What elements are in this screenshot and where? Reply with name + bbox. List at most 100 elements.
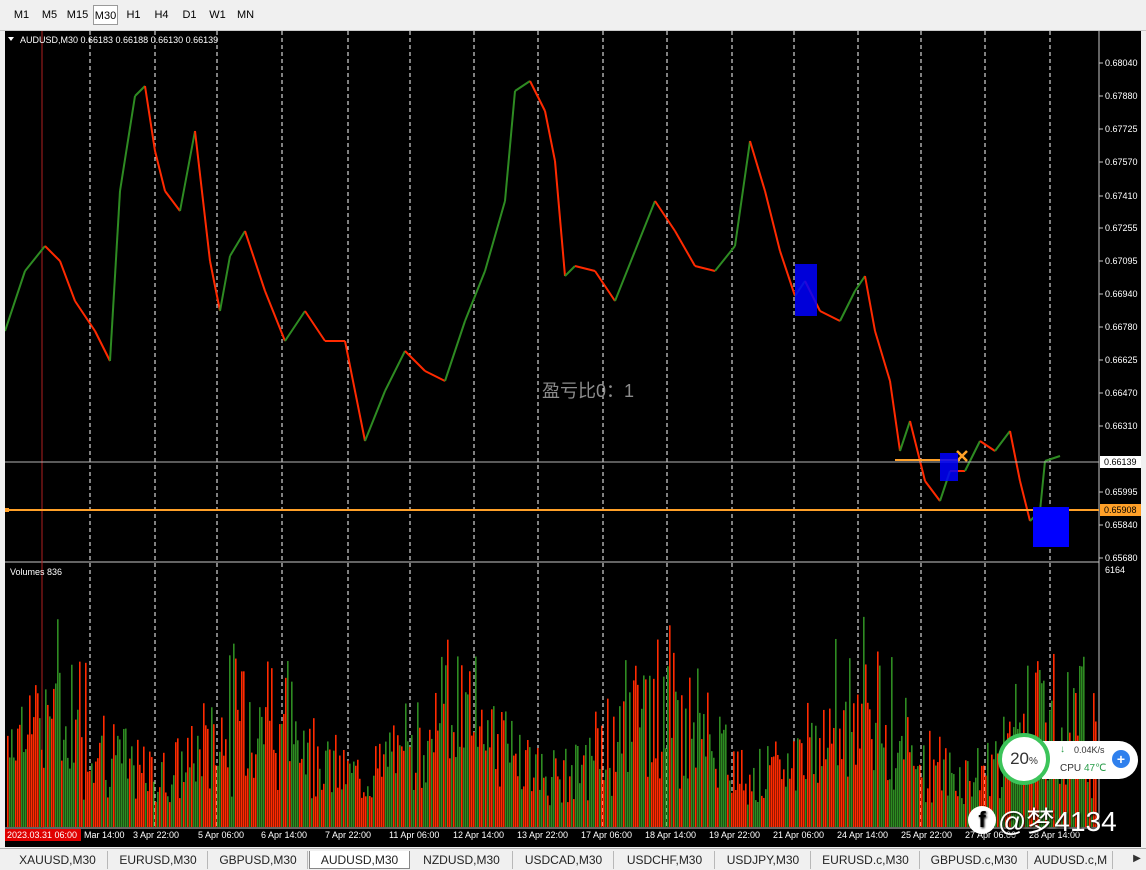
blue-zone-box[interactable] (795, 264, 817, 316)
volume-bar (909, 752, 911, 827)
timeframe-button-m30[interactable]: M30 (93, 5, 118, 25)
volume-bar (207, 728, 209, 827)
volume-bar (635, 665, 637, 827)
volume-bar (189, 767, 191, 827)
volume-bar (491, 709, 493, 827)
volume-bar (7, 735, 9, 827)
volume-bar (233, 643, 235, 827)
volume-bar (25, 749, 27, 827)
volume-bar (827, 747, 829, 827)
volume-bar (471, 735, 473, 827)
timeframe-button-m15[interactable]: M15 (65, 5, 90, 25)
price-candle-segment (979, 440, 996, 452)
cpu-usage-circle[interactable]: 20% (998, 733, 1050, 785)
price-label: 0.67410 (1105, 191, 1138, 201)
price-label: 0.66625 (1105, 355, 1138, 365)
order-line-handle[interactable] (5, 508, 9, 512)
price-label: 0.65995 (1105, 487, 1138, 497)
symbol-tab[interactable]: EURUSD.c,M30 (812, 851, 920, 869)
symbol-tab[interactable]: NZDUSD,M30 (411, 851, 513, 869)
tab-scroll-right-icon[interactable]: ▶ (1130, 852, 1144, 866)
volume-bar (167, 796, 169, 827)
volume-bar (599, 769, 601, 827)
volume-bar (219, 751, 221, 827)
symbol-tab[interactable]: GBPUSD,M30 (209, 851, 308, 869)
volume-bar (545, 776, 547, 827)
symbol-tab[interactable]: USDJPY,M30 (716, 851, 811, 869)
timeframe-button-h1[interactable]: H1 (121, 5, 146, 25)
volume-bar (731, 792, 733, 827)
chart-menu-triangle-icon[interactable] (8, 37, 14, 41)
volume-bar (145, 782, 147, 827)
volume-bar (457, 656, 459, 827)
plus-button[interactable]: + (1112, 750, 1130, 768)
volume-bar (759, 748, 761, 827)
volume-bar (503, 720, 505, 827)
chart-canvas[interactable]: 0.68040 0.67880 0.67725 0.67570 0.67410 0.672… (5, 31, 1141, 847)
volume-bar (591, 755, 593, 827)
price-label: 0.67570 (1105, 157, 1138, 167)
time-label: 18 Apr 14:00 (645, 830, 696, 840)
volume-bar (677, 700, 679, 827)
volume-bar (37, 693, 39, 827)
time-label: 12 Apr 14:00 (453, 830, 504, 840)
blue-zone-box[interactable] (940, 453, 958, 481)
volume-bar (41, 749, 43, 827)
timeframe-button-m1[interactable]: M1 (9, 5, 34, 25)
timeframe-button-mn[interactable]: MN (233, 5, 258, 25)
volume-bar (799, 739, 801, 827)
timeframe-button-d1[interactable]: D1 (177, 5, 202, 25)
price-candle-segment (594, 270, 616, 302)
volume-bar (19, 724, 21, 827)
download-arrow-icon: ↓ (1060, 744, 1065, 755)
volume-bar (615, 771, 617, 827)
time-label: 3 Apr 22:00 (133, 830, 179, 840)
volume-bar (331, 792, 333, 827)
volume-bar (251, 752, 253, 827)
symbol-tab[interactable]: USDCAD,M30 (514, 851, 614, 869)
volume-bar (305, 774, 307, 827)
price-label: 0.67255 (1105, 223, 1138, 233)
volume-bar (461, 665, 463, 827)
volume-bar (409, 746, 411, 827)
volume-bar (235, 658, 237, 827)
volume-bar (421, 787, 423, 827)
symbol-tab[interactable]: AUDUSD.c,M (1029, 851, 1113, 869)
time-label: 7 Apr 22:00 (325, 830, 371, 840)
volume-bar (671, 737, 673, 827)
price-label: 0.67725 (1105, 124, 1138, 134)
blue-zone-box[interactable] (1033, 507, 1069, 547)
volume-bar (493, 706, 495, 827)
price-candle-segment (244, 230, 266, 292)
price-chart[interactable]: 0.68040 0.67880 0.67725 0.67570 0.67410 0.672… (5, 31, 1141, 847)
timeframe-button-h4[interactable]: H4 (149, 5, 174, 25)
volume-bar (223, 755, 225, 827)
price-candle-segment (749, 140, 766, 192)
trade-close-icon[interactable] (956, 450, 968, 462)
price-candle-segment (1019, 480, 1031, 522)
volume-bar (243, 671, 245, 827)
price-candle-segment (764, 190, 781, 252)
symbol-tab[interactable]: USDCHF,M30 (615, 851, 715, 869)
volume-bar (609, 767, 611, 827)
time-label: 24 Apr 14:00 (837, 830, 888, 840)
volume-bar (893, 789, 895, 827)
symbol-tabbar: ▶ XAUUSD,M30 EURUSD,M30 GBPUSD,M30 AUDUSD,M… (0, 848, 1146, 870)
volume-bar (841, 759, 843, 827)
volume-bar (585, 744, 587, 827)
volume-bar (313, 718, 315, 827)
symbol-tab[interactable]: EURUSD,M30 (109, 851, 208, 869)
volume-bar (379, 743, 381, 827)
volume-bar (125, 728, 127, 827)
volume-bar (375, 746, 377, 827)
timeframe-button-w1[interactable]: W1 (205, 5, 230, 25)
symbol-tab[interactable]: XAUUSD,M30 (8, 851, 108, 869)
symbol-tab[interactable]: AUDUSD,M30 (309, 851, 410, 869)
volume-bar (303, 730, 305, 827)
volume-bar (169, 802, 171, 827)
symbol-tab[interactable]: GBPUSD.c,M30 (921, 851, 1028, 869)
timeframe-button-m5[interactable]: M5 (37, 5, 62, 25)
price-candle-segment (694, 265, 716, 272)
cpu-monitor-widget[interactable]: ↓ 0.04K/s CPU 47℃ + 20% (998, 733, 1142, 789)
volume-bar (425, 782, 427, 827)
